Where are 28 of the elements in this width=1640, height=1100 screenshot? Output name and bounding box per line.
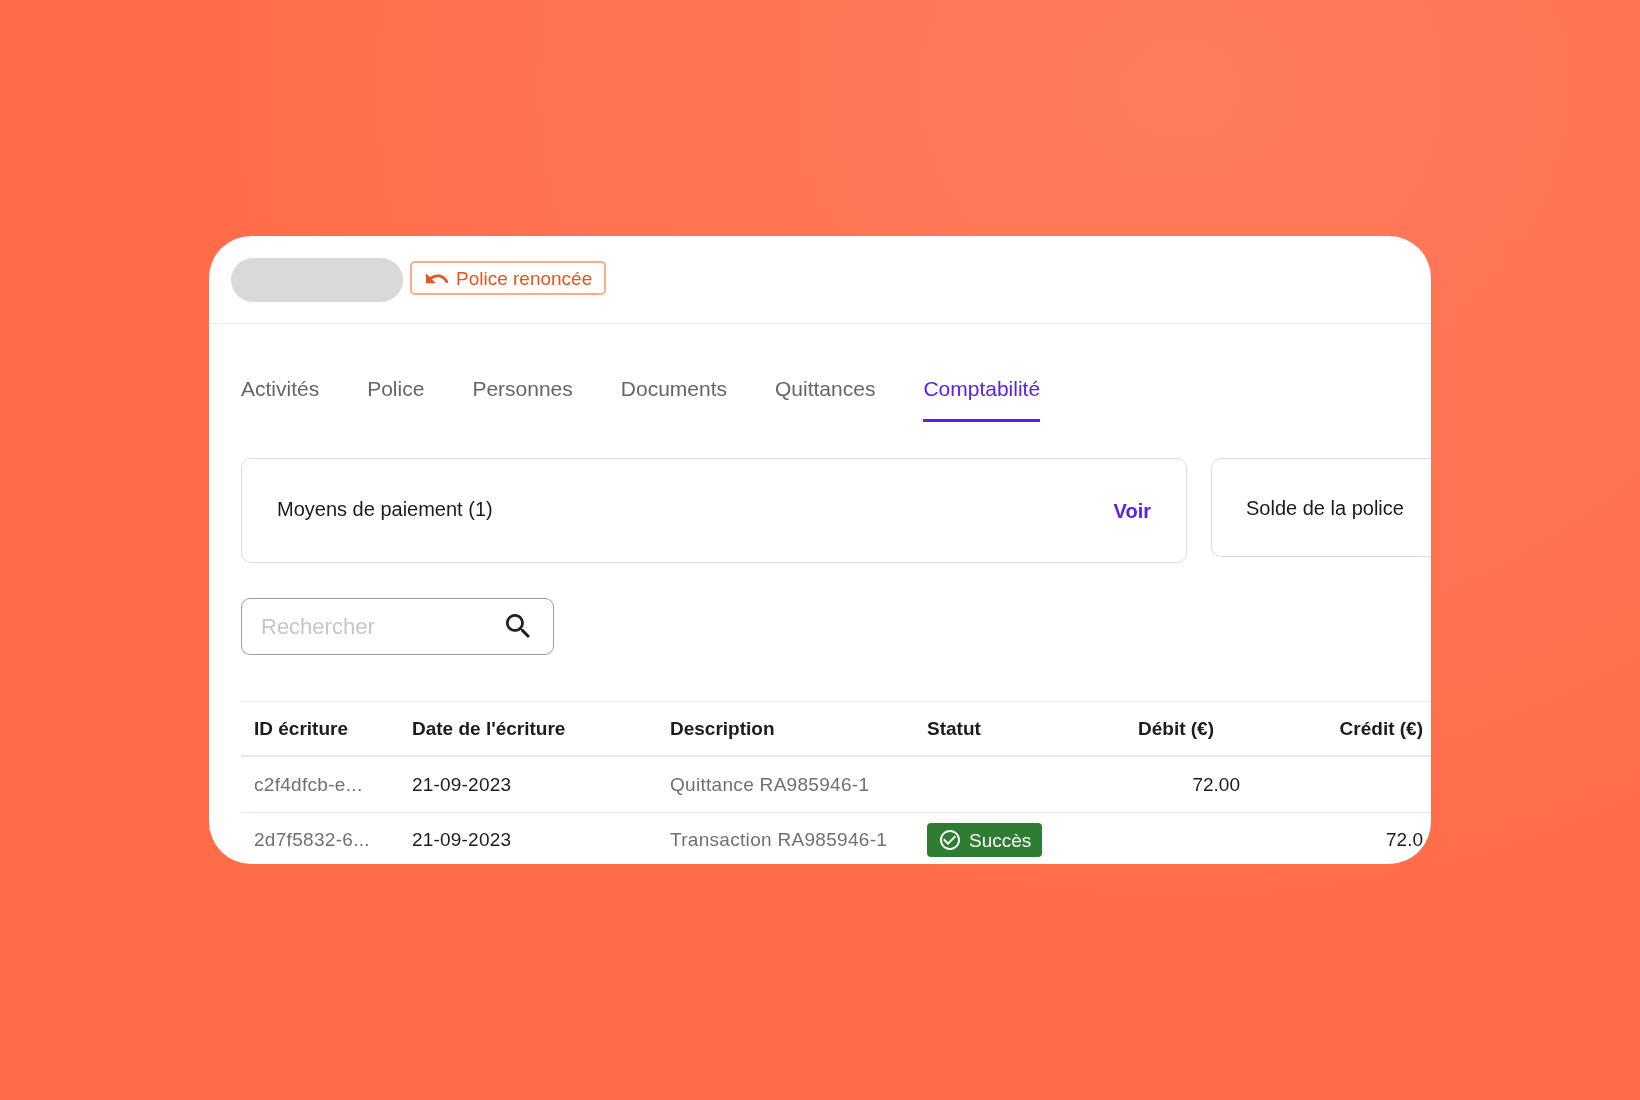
column-header: Description — [670, 717, 775, 742]
tab[interactable]: Documents — [620, 375, 727, 422]
table-cell-text: c2f4dfcb-e... — [254, 773, 363, 798]
tab[interactable]: Quittances — [775, 375, 876, 422]
status-label: Succès — [969, 830, 1032, 850]
column-header: Crédit (€) — [1339, 717, 1423, 742]
table-cell-text: Quittance RA985946-1 — [670, 773, 870, 798]
undo-arrow-icon — [426, 272, 448, 284]
table-cell-text: 21-09-2023 — [412, 827, 512, 852]
column-header: Débit (€) — [1138, 717, 1214, 742]
search-icon[interactable] — [506, 614, 530, 638]
column-header: Statut — [927, 717, 981, 742]
tab[interactable]: Police — [367, 375, 425, 422]
column-header: ID écriture — [254, 717, 348, 742]
column-header: Date de l'écriture — [412, 717, 566, 742]
search-field[interactable]: Rechercher — [241, 598, 554, 655]
table-cell-text: 72.0 — [1386, 827, 1423, 852]
table-cell-text: Transaction RA985946-1 — [670, 827, 888, 852]
table-cell-text: 2d7f5832-6... — [254, 827, 370, 852]
card-title: Solde de la police — [1246, 495, 1404, 521]
tab[interactable]: Personnes — [472, 375, 573, 422]
view-link[interactable]: Voir — [1113, 495, 1151, 526]
table-cell-text: 21-09-2023 — [412, 773, 512, 798]
card-title: Moyens de paiement (1) — [277, 496, 493, 522]
status-tag-label: Police renoncée — [456, 268, 593, 288]
tab[interactable]: Activités — [241, 375, 320, 422]
tab[interactable]: Comptabilité — [923, 375, 1041, 422]
table-cell-text: 72.00 — [1192, 773, 1240, 798]
